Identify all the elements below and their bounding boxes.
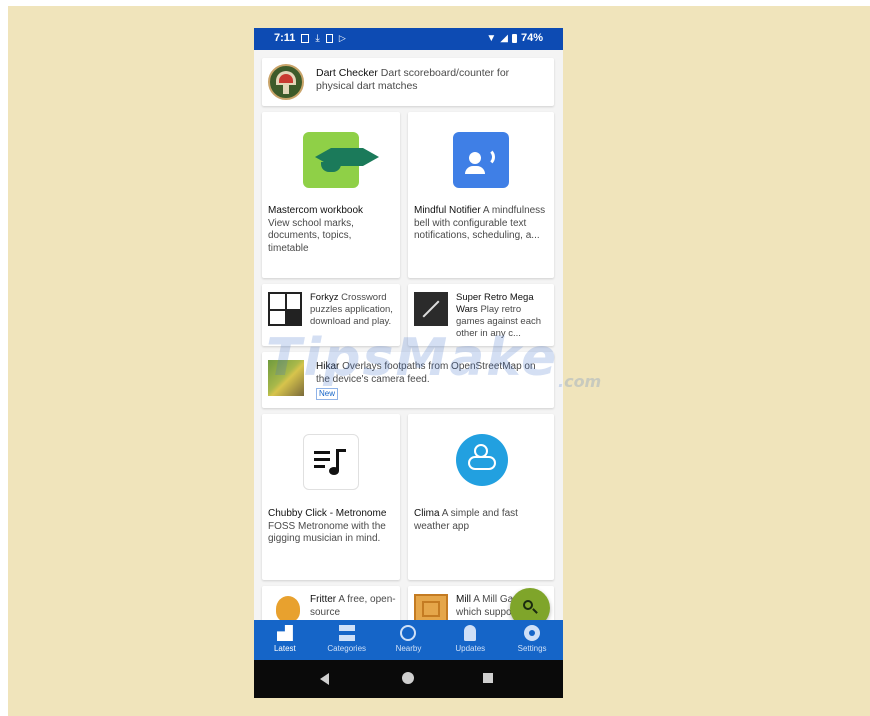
speaker-person-icon — [453, 132, 509, 188]
status-bar: 7:11 ⤓ ▷ ▼ ◢ 74% — [254, 28, 563, 50]
app-description: Chubby Click - Metronome FOSS Metronome … — [268, 508, 396, 546]
play-icon: ▷ — [338, 32, 346, 43]
bottom-navigation: Latest Categories Nearby Updates Setting… — [254, 620, 563, 660]
nav-label: Updates — [455, 644, 486, 653]
app-name: Clima — [414, 508, 440, 519]
app-card-dart-checker[interactable]: Dart Checker Dart scoreboard/counter for… — [262, 58, 554, 106]
app-description: Fritter A free, open-source — [310, 594, 396, 618]
app-description: Mindful Notifier A mindfulness bell with… — [414, 205, 546, 241]
mill-board-icon — [414, 594, 448, 620]
app-name: Mindful Notifier — [414, 205, 481, 216]
app-card-chubby-click[interactable]: Chubby Click - Metronome FOSS Metronome … — [262, 414, 400, 580]
nav-nearby[interactable]: Nearby — [378, 620, 438, 660]
app-description: Forkyz Crossword puzzles application, do… — [310, 292, 393, 327]
nav-label: Settings — [517, 644, 547, 653]
settings-icon — [524, 625, 541, 641]
app-name: Mill — [456, 594, 471, 605]
back-icon[interactable] — [320, 673, 329, 685]
nav-label: Latest — [273, 644, 296, 653]
nav-categories[interactable]: Categories — [317, 620, 377, 660]
battery-icon — [511, 33, 517, 43]
recents-icon[interactable] — [483, 673, 493, 683]
weather-icon — [456, 434, 508, 486]
dart-checker-icon — [268, 64, 304, 100]
app-card-fritter[interactable]: Fritter A free, open-source — [262, 586, 400, 620]
updates-icon — [464, 625, 477, 641]
retro-game-icon — [414, 292, 448, 326]
app-description: Dart Checker Dart scoreboard/counter for… — [316, 67, 510, 92]
nav-settings[interactable]: Settings — [502, 620, 562, 660]
app-description: Clima A simple and fast weather app — [414, 508, 518, 532]
fritter-icon — [276, 596, 300, 620]
app-description: Mastercom workbook View school marks, do… — [268, 205, 394, 255]
graduation-cap-icon — [303, 132, 379, 188]
sim-icon — [325, 33, 333, 43]
download-done-icon: ⤓ — [315, 32, 320, 44]
app-name: Forkyz — [310, 292, 339, 303]
new-badge: New — [316, 388, 339, 400]
categories-icon — [338, 625, 355, 641]
nav-label: Nearby — [395, 644, 422, 653]
watermark-logo: TipsMake — [266, 328, 559, 388]
app-card-clima[interactable]: Clima A simple and fast weather app — [408, 414, 554, 580]
status-time: 7:11 — [274, 32, 296, 44]
app-card-mastercom[interactable]: Mastercom workbook View school marks, do… — [262, 112, 400, 278]
music-playlist-icon — [303, 434, 359, 490]
app-name: Dart Checker — [316, 67, 378, 79]
app-name: Fritter — [310, 594, 337, 605]
notification-icon — [301, 33, 310, 43]
nav-label: Categories — [327, 644, 367, 653]
watermark-domain: .com — [558, 372, 602, 391]
app-card-mindful-notifier[interactable]: Mindful Notifier A mindfulness bell with… — [408, 112, 554, 278]
system-navigation-bar — [254, 660, 563, 698]
app-name: Mastercom workbook — [268, 205, 364, 216]
crossword-icon — [268, 292, 302, 326]
latest-icon — [276, 625, 293, 641]
nearby-icon — [400, 625, 417, 641]
nav-updates[interactable]: Updates — [440, 620, 500, 660]
nav-latest[interactable]: Latest — [255, 620, 315, 660]
app-name: Chubby Click - Metronome — [268, 508, 387, 519]
battery-level: 74% — [520, 32, 543, 44]
home-icon[interactable] — [402, 672, 414, 684]
search-fab-button[interactable] — [510, 588, 550, 620]
signal-icon: ◢ — [500, 32, 508, 44]
wifi-icon: ▼ — [486, 32, 497, 44]
